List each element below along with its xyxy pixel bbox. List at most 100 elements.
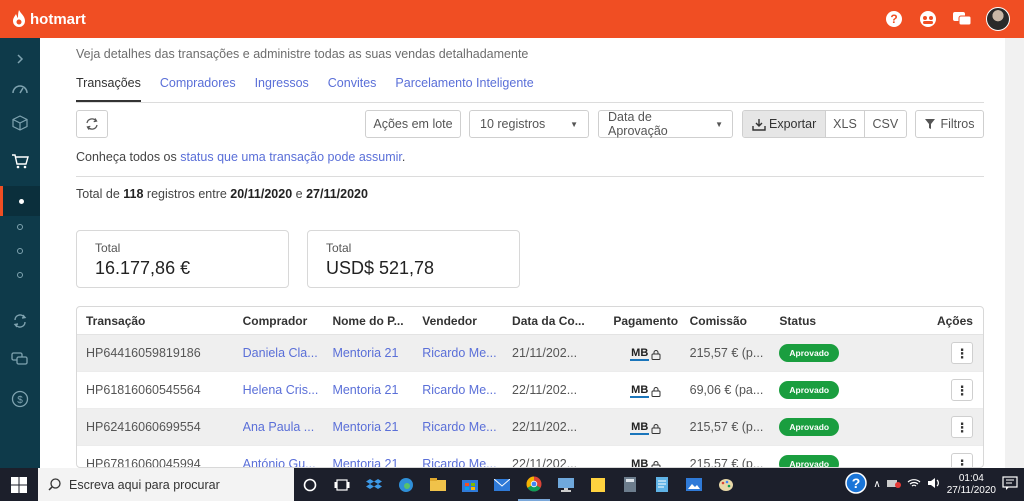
buyer-link[interactable]: Ana Paula ... bbox=[243, 420, 333, 434]
status-cell: Aprovado bbox=[779, 418, 899, 436]
actions-cell: ⋮ bbox=[899, 416, 983, 438]
tab-buyers[interactable]: Compradores bbox=[160, 75, 236, 102]
status-badge: Aprovado bbox=[779, 344, 840, 362]
taskbar-search-box[interactable]: Escreva aqui para procurar bbox=[38, 468, 294, 501]
records-per-page-select[interactable]: 10 registros ▼ bbox=[469, 110, 589, 138]
export-xls-button[interactable]: XLS bbox=[826, 111, 865, 137]
cortana-icon[interactable] bbox=[294, 468, 326, 501]
brand-logo[interactable]: hotmart bbox=[12, 10, 86, 28]
help-icon[interactable]: ? bbox=[884, 9, 904, 29]
sidebar-subitem-4[interactable] bbox=[0, 260, 40, 290]
notepad-icon[interactable] bbox=[646, 468, 678, 501]
task-view-icon[interactable] bbox=[326, 468, 358, 501]
payment-method: MB bbox=[602, 345, 690, 361]
network-status-icon[interactable] bbox=[886, 478, 901, 491]
svg-text:?: ? bbox=[852, 475, 861, 491]
user-avatar[interactable] bbox=[986, 7, 1010, 31]
table-row[interactable]: HP64416059819186 Daniela Cla... Mentoria… bbox=[77, 335, 983, 372]
status-badge: Aprovado bbox=[779, 381, 840, 399]
col-product[interactable]: Nome do P... bbox=[332, 314, 422, 328]
wifi-icon[interactable] bbox=[907, 478, 921, 491]
community-icon[interactable] bbox=[918, 9, 938, 29]
volume-icon[interactable] bbox=[927, 477, 941, 492]
table-row[interactable]: HP67816060045994 António Gu... Mentoria … bbox=[77, 446, 983, 467]
tab-transactions[interactable]: Transações bbox=[76, 75, 141, 102]
tab-invites[interactable]: Convites bbox=[328, 75, 377, 102]
os-taskbar: Escreva aqui para procurar ? ∧ 01:04 27/… bbox=[0, 468, 1024, 501]
mail-icon[interactable] bbox=[486, 468, 518, 501]
bulk-actions-button[interactable]: Ações em lote bbox=[365, 110, 461, 138]
paint-icon[interactable] bbox=[710, 468, 742, 501]
filters-label: Filtros bbox=[940, 117, 975, 131]
transactions-table: Transação Comprador Nome do P... Vendedo… bbox=[76, 306, 984, 468]
seller-link[interactable]: Ricardo Me... bbox=[422, 383, 512, 397]
system-clock[interactable]: 01:04 27/11/2020 bbox=[947, 473, 996, 497]
total-and: e bbox=[292, 187, 307, 201]
file-explorer-icon[interactable] bbox=[422, 468, 454, 501]
dashboard-icon[interactable] bbox=[0, 74, 40, 104]
col-status[interactable]: Status bbox=[779, 314, 899, 328]
table-row[interactable]: HP62416060699554 Ana Paula ... Mentoria … bbox=[77, 409, 983, 446]
sales-cart-icon[interactable] bbox=[0, 146, 40, 176]
taskbar-search-placeholder: Escreva aqui para procurar bbox=[69, 477, 220, 492]
chat-icon[interactable] bbox=[952, 9, 972, 29]
buyer-link[interactable]: António Gu... bbox=[243, 457, 333, 467]
windows-start-icon[interactable] bbox=[0, 468, 38, 501]
product-link[interactable]: Mentoria 21 bbox=[332, 420, 422, 434]
export-label: Exportar bbox=[769, 117, 817, 131]
seller-link[interactable]: Ricardo Me... bbox=[422, 420, 512, 434]
status-info-link[interactable]: status que uma transação pode assumir bbox=[180, 150, 402, 164]
system-tray: ? ∧ 01:04 27/11/2020 bbox=[845, 472, 1024, 497]
subscriptions-sync-icon[interactable] bbox=[0, 306, 40, 336]
show-hidden-icons-icon[interactable]: ∧ bbox=[873, 479, 880, 490]
lock-icon bbox=[651, 424, 661, 434]
buyer-link[interactable]: Helena Cris... bbox=[243, 383, 333, 397]
refresh-button[interactable] bbox=[76, 110, 108, 138]
dropbox-icon[interactable] bbox=[358, 468, 390, 501]
notifications-icon[interactable] bbox=[1002, 476, 1018, 493]
table-row[interactable]: HP61816060545564 Helena Cris... Mentoria… bbox=[77, 372, 983, 409]
products-box-icon[interactable] bbox=[0, 108, 40, 138]
col-date[interactable]: Data da Co... bbox=[512, 314, 602, 328]
export-button[interactable]: Exportar bbox=[743, 111, 827, 137]
row-actions-menu-icon[interactable]: ⋮ bbox=[950, 379, 973, 401]
photos-icon[interactable] bbox=[678, 468, 710, 501]
expand-sidebar-icon[interactable] bbox=[0, 44, 40, 74]
export-csv-button[interactable]: CSV bbox=[865, 111, 906, 137]
card-value: USD$ 521,78 bbox=[326, 258, 435, 278]
edge-browser-icon[interactable] bbox=[390, 468, 422, 501]
col-payment[interactable]: Pagamento bbox=[602, 314, 690, 328]
clock-date: 27/11/2020 bbox=[946, 484, 996, 496]
product-link[interactable]: Mentoria 21 bbox=[332, 346, 422, 360]
col-buyer[interactable]: Comprador bbox=[243, 314, 333, 328]
filters-button[interactable]: Filtros bbox=[915, 110, 984, 138]
top-bar: hotmart ? bbox=[0, 0, 1024, 38]
store-icon[interactable] bbox=[454, 468, 486, 501]
seller-link[interactable]: Ricardo Me... bbox=[422, 346, 512, 360]
chrome-icon[interactable] bbox=[518, 468, 550, 501]
col-seller[interactable]: Vendedor bbox=[422, 314, 512, 328]
product-link[interactable]: Mentoria 21 bbox=[332, 457, 422, 467]
help-tray-icon[interactable]: ? bbox=[845, 472, 868, 497]
row-actions-menu-icon[interactable]: ⋮ bbox=[950, 342, 973, 364]
brand-name: hotmart bbox=[30, 10, 86, 28]
seller-link[interactable]: Ricardo Me... bbox=[422, 457, 512, 467]
calculator-icon[interactable] bbox=[614, 468, 646, 501]
row-actions-menu-icon[interactable]: ⋮ bbox=[950, 416, 973, 438]
row-actions-menu-icon[interactable]: ⋮ bbox=[950, 453, 973, 467]
remote-desktop-icon[interactable] bbox=[550, 468, 582, 501]
clock-time: 01:04 bbox=[958, 472, 984, 484]
date-filter-select[interactable]: Data de Aprovação ▼ bbox=[598, 110, 733, 138]
tab-tickets[interactable]: Ingressos bbox=[255, 75, 309, 102]
col-transaction[interactable]: Transação bbox=[77, 314, 243, 328]
col-commission[interactable]: Comissão bbox=[690, 314, 780, 328]
finance-dollar-icon[interactable]: $ bbox=[0, 384, 40, 414]
product-link[interactable]: Mentoria 21 bbox=[332, 383, 422, 397]
page-scrollbar[interactable] bbox=[1005, 38, 1024, 468]
table-header: Transação Comprador Nome do P... Vendedo… bbox=[77, 307, 983, 335]
buyer-link[interactable]: Daniela Cla... bbox=[243, 346, 333, 360]
messages-icon[interactable] bbox=[0, 344, 40, 374]
sticky-notes-icon[interactable] bbox=[582, 468, 614, 501]
tab-smart-installments[interactable]: Parcelamento Inteligente bbox=[395, 75, 533, 102]
date-filter-value: Data de Aprovação bbox=[608, 110, 668, 138]
